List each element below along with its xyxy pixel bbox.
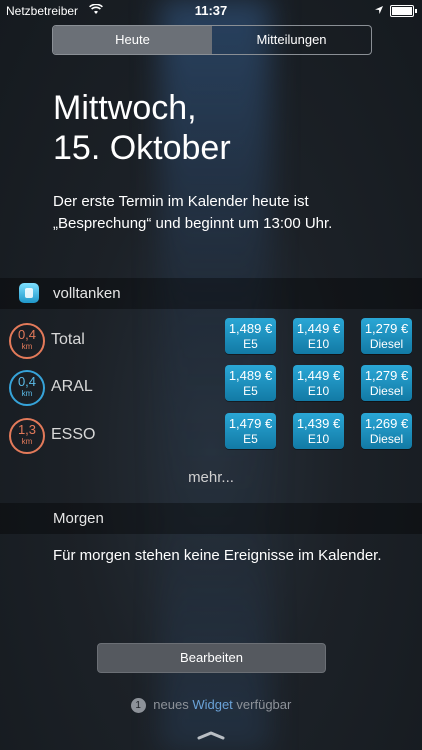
price-tile-e5[interactable]: 1,489 € E5 [225, 318, 276, 354]
widget-link[interactable]: Widget [192, 697, 232, 712]
fuel-type: Diesel [369, 384, 404, 398]
price-tile-e5[interactable]: 1,479 € E5 [225, 413, 276, 449]
view-switcher: Heute Mitteilungen [52, 25, 372, 55]
price-value: 1,279 € [364, 321, 409, 336]
distance-unit: km [21, 389, 33, 398]
price-value: 1,489 € [228, 321, 273, 336]
fuel-type: Diesel [369, 432, 404, 446]
tab-mitteilungen[interactable]: Mitteilungen [212, 26, 371, 54]
price-value: 1,489 € [228, 368, 273, 383]
price-tile-diesel[interactable]: 1,279 € Diesel [361, 318, 412, 354]
price-tile-e10[interactable]: 1,449 € E10 [293, 318, 344, 354]
price-value: 1,269 € [364, 416, 409, 431]
widget-title: volltanken [53, 285, 121, 302]
distance-value: 1,3 [17, 422, 37, 437]
edit-button[interactable]: Bearbeiten [97, 643, 326, 673]
grabber-chevron-icon[interactable] [196, 728, 226, 740]
widget-header[interactable]: volltanken [0, 278, 422, 309]
price-tile-e10[interactable]: 1,449 € E10 [293, 365, 344, 401]
count-badge: 1 [130, 698, 146, 713]
price-value: 1,439 € [296, 416, 341, 431]
tomorrow-header: Morgen [0, 503, 422, 534]
fuel-type: E10 [307, 337, 330, 351]
fuel-type: E5 [243, 432, 258, 446]
calendar-summary: Der erste Termin im Kalender heute ist „… [53, 193, 333, 232]
distance-unit: km [21, 437, 33, 446]
tab-heute[interactable]: Heute [53, 26, 212, 54]
date-heading: Mittwoch, 15. Oktober [53, 88, 231, 168]
status-bar: Netzbetreiber 11:37 [0, 0, 422, 22]
notice-suffix: verfügbar [236, 697, 292, 712]
distance-value: 0,4 [17, 327, 37, 342]
price-tile-diesel[interactable]: 1,269 € Diesel [361, 413, 412, 449]
price-value: 1,449 € [296, 368, 341, 383]
location-arrow-icon [374, 4, 384, 18]
distance-badge: 0,4 km [9, 323, 45, 359]
fuel-type: Diesel [369, 337, 404, 351]
notice-prefix: neues [153, 697, 189, 712]
price-tile-diesel[interactable]: 1,279 € Diesel [361, 365, 412, 401]
new-widget-notice[interactable]: 1 neues Widget verfügbar [0, 697, 422, 713]
distance-badge: 1,3 km [9, 418, 45, 454]
station-row[interactable]: 0,4 km ARAL 1,489 € E5 1,449 € E10 1,279… [0, 365, 422, 413]
more-link[interactable]: mehr... [0, 469, 422, 486]
price-value: 1,449 € [296, 321, 341, 336]
distance-badge: 0,4 km [9, 370, 45, 406]
fuel-type: E5 [243, 337, 258, 351]
price-tile-e5[interactable]: 1,489 € E5 [225, 365, 276, 401]
fuel-app-icon [19, 283, 39, 303]
fuel-type: E10 [307, 432, 330, 446]
price-value: 1,479 € [228, 416, 273, 431]
station-row[interactable]: 0,4 km Total 1,489 € E5 1,449 € E10 1,27… [0, 318, 422, 366]
tomorrow-title: Morgen [53, 510, 104, 527]
price-value: 1,279 € [364, 368, 409, 383]
battery-icon [390, 5, 417, 17]
distance-value: 0,4 [17, 374, 37, 389]
fuel-type: E10 [307, 384, 330, 398]
station-name: ARAL [51, 378, 93, 395]
weekday: Mittwoch, [53, 89, 197, 127]
station-name: Total [51, 331, 85, 348]
price-tile-e10[interactable]: 1,439 € E10 [293, 413, 344, 449]
station-name: ESSO [51, 426, 96, 443]
station-row[interactable]: 1,3 km ESSO 1,479 € E5 1,439 € E10 1,269… [0, 413, 422, 461]
clock: 11:37 [194, 3, 228, 18]
day-month: 15. Oktober [53, 129, 231, 167]
tomorrow-summary: Für morgen stehen keine Ereignisse im Ka… [53, 547, 382, 564]
distance-unit: km [21, 342, 33, 351]
fuel-type: E5 [243, 384, 258, 398]
